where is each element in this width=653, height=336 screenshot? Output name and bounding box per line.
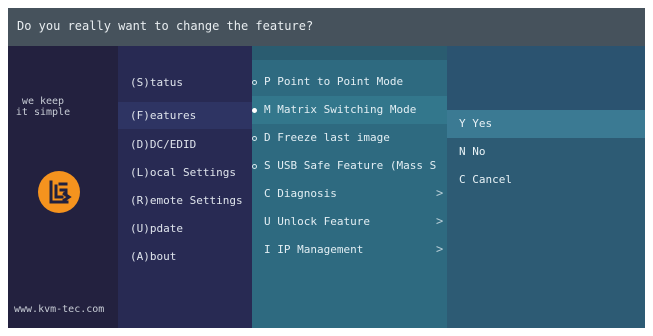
radio-empty-icon	[252, 164, 257, 169]
dialog-title: Do you really want to change the feature…	[17, 19, 314, 33]
feature-label: D Freeze last image	[264, 131, 390, 144]
chevron-right-icon: >	[436, 186, 444, 200]
chevron-right-icon: >	[436, 214, 444, 228]
feature-label: I IP Management	[264, 243, 364, 256]
feature-point-to-point-mode[interactable]: P Point to Point Mode	[252, 68, 447, 96]
feature-usb-safe[interactable]: S USB Safe Feature (Mass S	[252, 152, 447, 180]
menu-item-update[interactable]: (U)pdate	[130, 222, 183, 235]
feature-freeze-last-image[interactable]: D Freeze last image	[252, 124, 447, 152]
features-submenu: P Point to Point Mode M Matrix Switching…	[252, 46, 447, 328]
brand-sidebar: we keep it simple www.kvm-tec.com	[8, 46, 118, 328]
confirm-yes-label: Y Yes	[459, 117, 493, 130]
feature-matrix-switching-mode[interactable]: M Matrix Switching Mode	[252, 96, 447, 124]
motto-line-2: it simple	[15, 107, 71, 118]
feature-unlock-feature[interactable]: U Unlock Feature >	[252, 208, 447, 236]
confirm-cancel-label: C Cancel	[459, 173, 512, 186]
feature-label: M Matrix Switching Mode	[264, 103, 417, 116]
logo-glyph	[49, 180, 72, 204]
menu-item-ddc-edid[interactable]: (D)DC/EDID	[130, 138, 196, 151]
website-url: www.kvm-tec.com	[14, 304, 105, 315]
main-menu: (S)tatus (F)eatures (D)DC/EDID (L)ocal S…	[118, 46, 252, 328]
confirm-cancel[interactable]: C Cancel	[447, 166, 645, 194]
confirm-menu: Y Yes N No C Cancel	[447, 46, 645, 328]
feature-label: P Point to Point Mode	[264, 75, 404, 88]
feature-label: C Diagnosis	[264, 187, 337, 200]
menu-item-status[interactable]: (S)tatus	[130, 76, 183, 89]
confirm-menu-header	[447, 46, 645, 110]
confirm-no[interactable]: N No	[447, 138, 645, 166]
feature-diagnosis[interactable]: C Diagnosis >	[252, 180, 447, 208]
radio-filled-icon	[252, 108, 257, 113]
features-submenu-header	[252, 46, 447, 60]
feature-label: U Unlock Feature	[264, 215, 370, 228]
screen: Do you really want to change the feature…	[8, 8, 645, 328]
feature-label: S USB Safe Feature (Mass S	[264, 159, 437, 172]
radio-empty-icon	[252, 80, 257, 85]
motto-line-1: we keep	[21, 96, 65, 107]
menu-item-local-settings[interactable]: (L)ocal Settings	[130, 166, 236, 179]
confirm-yes[interactable]: Y Yes	[447, 110, 645, 138]
radio-empty-icon	[252, 136, 257, 141]
menu-item-remote-settings[interactable]: (R)emote Settings	[130, 194, 243, 207]
confirm-dialog-title-bar: Do you really want to change the feature…	[8, 8, 645, 46]
motto: we keep it simple	[8, 96, 78, 118]
confirm-no-label: N No	[459, 145, 486, 158]
menu-item-about[interactable]: (A)bout	[130, 250, 176, 263]
menu-item-features[interactable]: (F)eatures	[130, 109, 196, 122]
kvm-tec-logo	[38, 171, 80, 213]
feature-ip-management[interactable]: I IP Management >	[252, 236, 447, 264]
chevron-right-icon: >	[436, 242, 444, 256]
